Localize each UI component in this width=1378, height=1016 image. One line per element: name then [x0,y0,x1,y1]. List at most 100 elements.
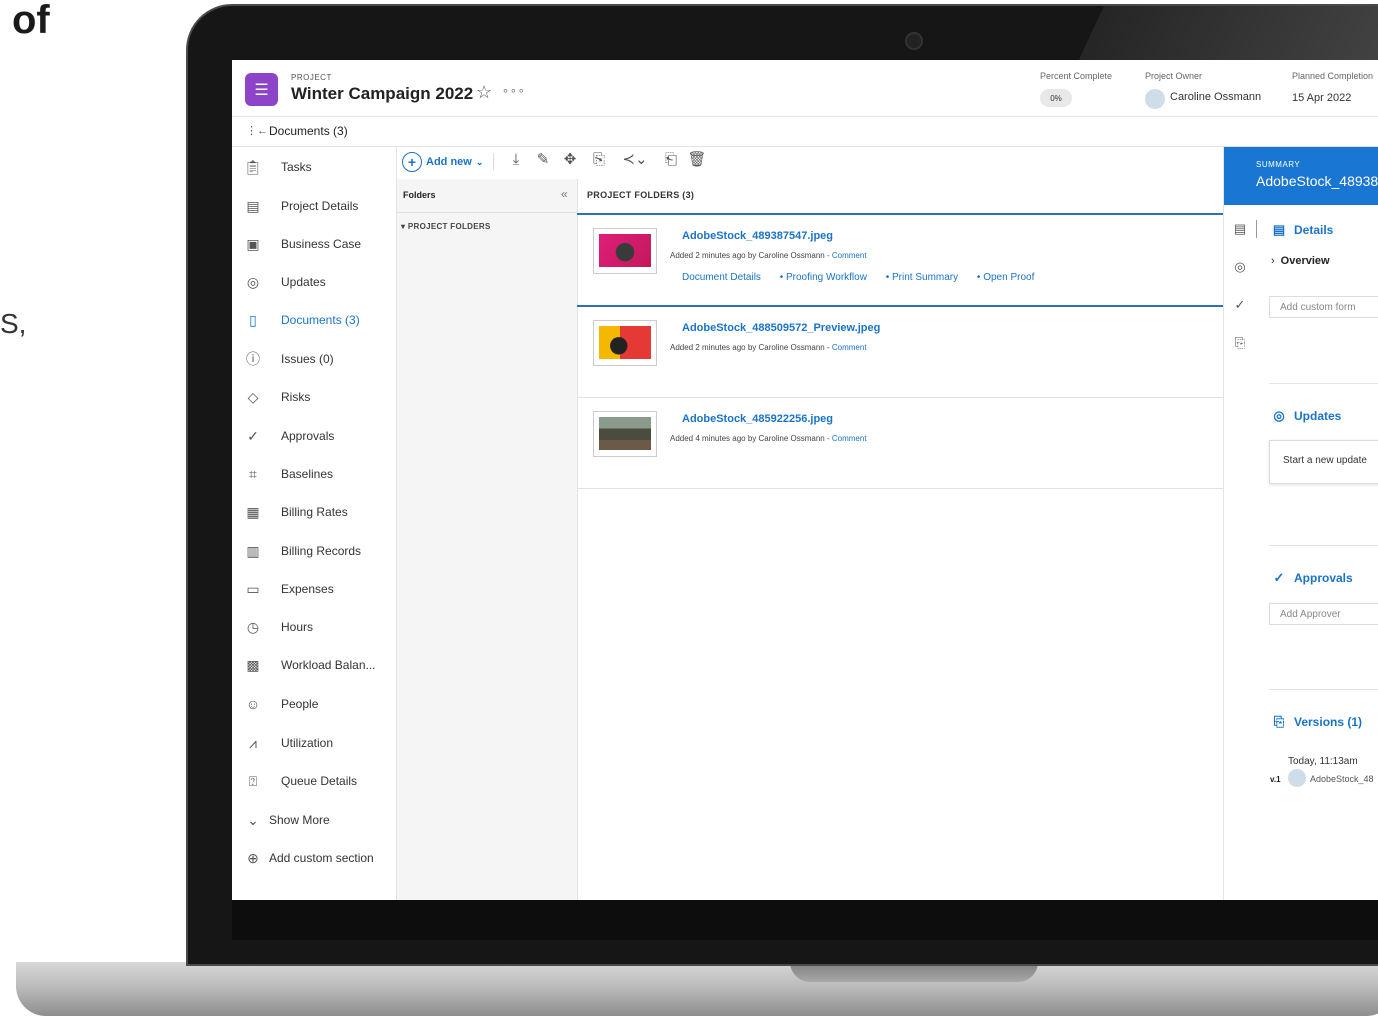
sidebar-item-risks[interactable]: ◇ Risks [232,387,396,419]
document-row[interactable]: AdobeStock_489387547.jpeg Added 2 minute… [577,215,1223,307]
more-options-icon[interactable]: ∘∘∘ [502,84,526,97]
sidebar-item-documents[interactable]: ▯ Documents (3) [232,310,396,342]
approvals-rail-icon[interactable]: ✓ [1232,297,1248,313]
sidebar-item-label: Expenses [281,582,334,596]
comment-link[interactable]: Comment [832,343,867,352]
document-name-link[interactable]: AdobeStock_485922256.jpeg [682,413,833,425]
updates-rail-icon[interactable]: ◎ [1232,259,1248,275]
sidebar-item-project-details[interactable]: ▤ Project Details [232,196,396,228]
sidebar-item-queue-details[interactable]: ⍰ Queue Details [232,771,396,803]
document-meta-text: Added 2 minutes ago by Caroline Ossmann … [670,251,832,260]
divider [1269,383,1378,384]
laptop-base [16,962,1378,1016]
folder-tree-root[interactable]: ▾ PROJECT FOLDERS [401,222,491,231]
background-heading: of [12,0,50,42]
download-icon[interactable]: ⤓ [506,150,526,170]
sidebar-item-label: Documents (3) [281,313,360,327]
document-meta: Added 2 minutes ago by Caroline Ossmann … [670,251,867,260]
move-icon[interactable]: ✥ [560,150,580,170]
divider [1269,689,1378,690]
sidebar-item-baselines[interactable]: ⌗ Baselines [232,464,396,496]
sidebar-item-utilization[interactable]: ⩘ Utilization [232,733,396,765]
export-icon[interactable]: ⎗ [661,150,681,170]
sidebar-item-workload-balancer[interactable]: ▩ Workload Balan... [232,655,396,687]
sidebar-item-issues[interactable]: ⓘ Issues (0) [232,349,396,381]
camera [905,32,923,50]
sidebar-item-label: Queue Details [281,774,358,788]
overview-toggle[interactable]: › Overview [1271,255,1330,267]
sidebar-item-label: Workload Balan... [281,658,376,672]
sidebar-item-label: Project Details [281,199,359,213]
open-proof-link[interactable]: • Open Proof [977,272,1034,283]
caret-down-icon: ▾ [401,222,406,231]
background-text: S, [0,308,27,339]
edit-icon[interactable]: ✎ [533,150,553,170]
proof-icon[interactable]: ⎘ [589,150,609,170]
comment-link[interactable]: Comment [832,434,867,443]
project-label: PROJECT [291,73,332,82]
document-thumbnail[interactable] [593,411,657,457]
sidebar-item-label: Billing Rates [281,505,348,519]
document-name-link[interactable]: AdobeStock_488509572_Preview.jpeg [682,322,880,334]
approvals-section-title[interactable]: ✓ Approvals [1271,570,1353,586]
chat-bubble-icon: ◎ [1273,408,1285,423]
collapse-panel-icon[interactable]: « [561,187,568,201]
collapse-nav-icon[interactable]: ⋮← [246,124,268,137]
print-summary-link[interactable]: • Print Summary [886,272,958,283]
divider [1269,545,1378,546]
sidebar-item-label: Risks [281,390,311,404]
risk-diamond-icon: ◇ [247,389,259,405]
sidebar-item-approvals[interactable]: ✓ Approvals [232,426,396,458]
project-owner-name[interactable]: Caroline Ossmann [1170,91,1261,103]
sidebar-item-updates[interactable]: ◎ Updates [232,272,396,304]
planned-completion-value[interactable]: 15 Apr 2022 [1292,92,1351,104]
details-section-title[interactable]: ▤ Details [1271,222,1334,238]
folders-title: Folders [403,190,436,200]
versions-section-title[interactable]: ⎘ Versions (1) [1271,714,1362,730]
sidebar-item-billing-records[interactable]: ▥ Billing Records [232,541,396,573]
custom-form-field[interactable]: Add custom form [1269,296,1378,318]
sidebar-item-business-case[interactable]: ▣ Business Case [232,234,396,266]
document-details-link[interactable]: Document Details [682,272,761,283]
sidebar-item-tasks[interactable]: 📋︎ Tasks [232,157,396,189]
add-custom-section-label: Add custom section [269,851,374,865]
sidebar-item-hours[interactable]: ◷ Hours [232,617,396,649]
sidebar-item-label: Business Case [281,237,362,251]
people-icon: ☺ [245,696,261,712]
updates-section-title[interactable]: ◎ Updates [1271,408,1341,424]
share-icon[interactable]: ≺⌄ [619,150,651,170]
sidebar-item-expenses[interactable]: ▭ Expenses [232,579,396,611]
star-icon[interactable]: ☆ [476,82,492,103]
document-actions: Document Details • Proofing Workflow • P… [682,272,1050,283]
sidebar-item-label: Utilization [281,736,334,750]
versions-rail-icon[interactable]: ⎘ [1232,335,1248,351]
check-circle-icon: ✓ [247,428,259,444]
document-thumbnail[interactable] [593,228,657,274]
chevron-down-icon: ⌄ [475,156,484,167]
billing-rates-icon: ▦ [246,504,260,520]
version-file-name[interactable]: AdobeStock_48 [1310,774,1374,784]
add-approver-field[interactable]: Add Approver [1269,603,1378,625]
sidebar-item-people[interactable]: ☺ People [232,694,396,726]
proofing-workflow-link[interactable]: • Proofing Workflow [780,272,867,283]
summary-label: SUMMARY [1256,160,1301,169]
sidebar-item-billing-rates[interactable]: ▦ Billing Rates [232,502,396,534]
percent-complete-value[interactable]: 0% [1040,89,1072,107]
details-rail-icon[interactable]: ▤ [1232,221,1248,237]
add-new-button[interactable]: + Add new ⌄ [402,152,483,172]
document-icon: ▤ [1272,222,1286,237]
add-custom-section-button[interactable]: ⊕ Add custom section [232,848,396,880]
avatar [1288,769,1306,787]
summary-panel: SUMMARY AdobeStock_48938 ▤ ◎ ✓ ⎘ ▤ Detai… [1223,147,1378,900]
project-header: ☰ PROJECT Winter Campaign 2022 ☆ ∘∘∘ Per… [232,60,1378,117]
trash-icon[interactable]: 🗑︎ [687,150,707,170]
document-thumbnail[interactable] [593,320,657,366]
new-update-input[interactable]: Start a new update [1269,440,1378,484]
document-row[interactable]: AdobeStock_488509572_Preview.jpeg Added … [577,307,1223,398]
comment-link[interactable]: Comment [832,251,867,260]
sidebar-item-label: Baselines [281,467,334,481]
document-name-link[interactable]: AdobeStock_489387547.jpeg [682,230,833,242]
show-more-button[interactable]: ⌄ Show More [232,810,396,842]
check-circle-icon: ✓ [1273,570,1285,585]
document-row[interactable]: AdobeStock_485922256.jpeg Added 4 minute… [577,398,1223,489]
